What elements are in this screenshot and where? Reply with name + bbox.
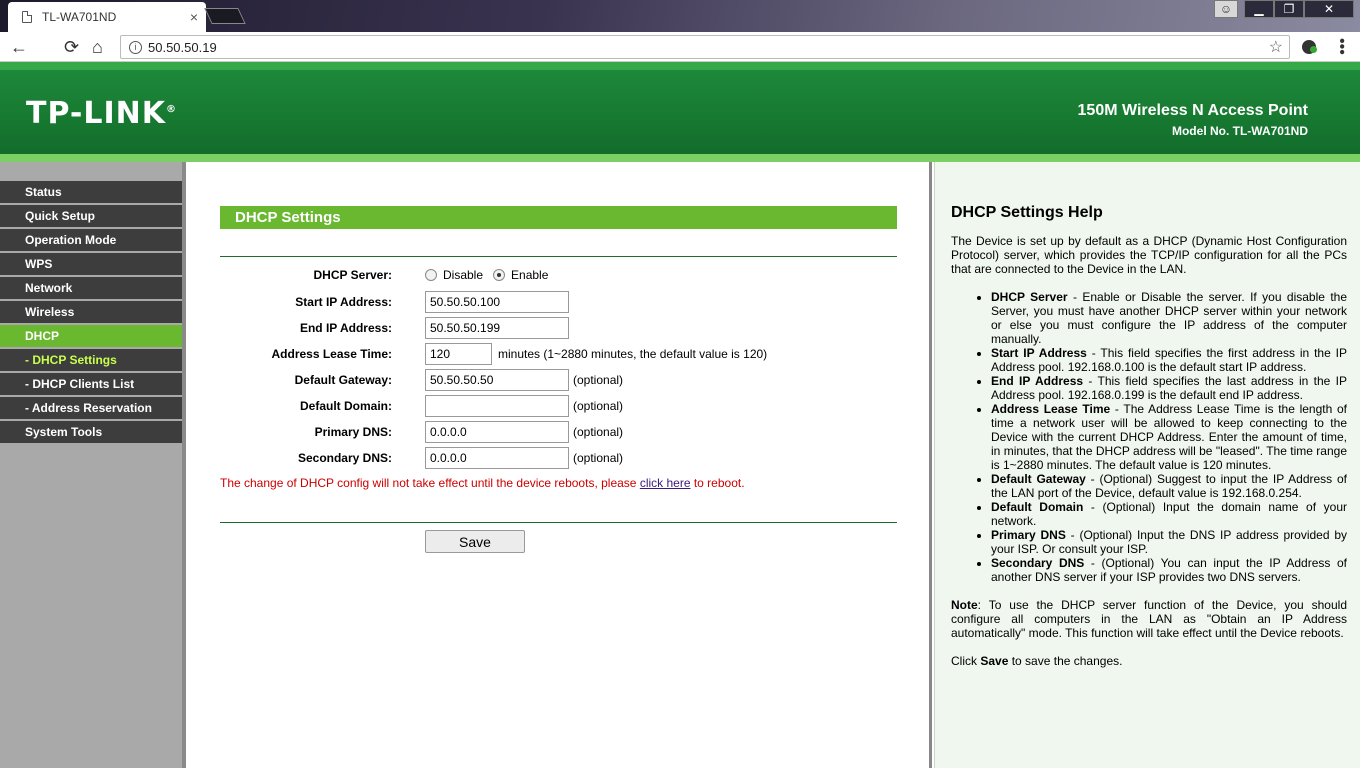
- domain-label: Default Domain:: [299, 399, 392, 413]
- close-tab-icon[interactable]: ×: [190, 9, 198, 25]
- dhcp-disable-label[interactable]: Disable: [443, 268, 483, 282]
- save-button[interactable]: Save: [425, 530, 525, 553]
- reboot-link[interactable]: click here: [640, 476, 691, 490]
- sidebar: Status Quick Setup Operation Mode WPS Ne…: [0, 162, 186, 768]
- extension-status-dot: [1310, 46, 1317, 53]
- page-title: DHCP Settings: [220, 206, 897, 229]
- reload-icon[interactable]: ⟳: [64, 36, 79, 58]
- gateway-hint: (optional): [573, 373, 624, 387]
- back-arrow-icon[interactable]: ←: [10, 36, 28, 58]
- gateway-label: Default Gateway:: [294, 373, 392, 387]
- menu-item-dhcp[interactable]: DHCP: [0, 325, 182, 347]
- secondary-dns-label: Secondary DNS:: [297, 451, 392, 465]
- help-item: DHCP Server - Enable or Disable the serv…: [991, 290, 1347, 346]
- router-banner: TP-LINK® 150M Wireless N Access Point Mo…: [0, 62, 1360, 162]
- product-title: 150M Wireless N Access Point: [1077, 102, 1308, 119]
- help-item: Start IP Address - This field specifies …: [991, 346, 1347, 374]
- home-icon[interactable]: ⌂: [92, 36, 103, 58]
- help-item: Default Domain - (Optional) Input the do…: [991, 500, 1347, 528]
- minimize-icon[interactable]: ▁: [1244, 0, 1274, 18]
- bookmark-star-icon[interactable]: ☆: [1269, 37, 1283, 57]
- dhcp-disable-radio[interactable]: [425, 269, 437, 281]
- browser-tab[interactable]: TL-WA701ND ×: [8, 2, 206, 32]
- browser-toolbar: ← ⟳ ⌂ i 50.50.50.19 ☆ •••: [0, 32, 1360, 62]
- lease-time-hint: minutes (1~2880 minutes, the default val…: [498, 347, 768, 361]
- lease-time-input[interactable]: [425, 343, 492, 365]
- product-model: Model No. TL-WA701ND: [1171, 124, 1308, 138]
- end-ip-input[interactable]: [425, 317, 569, 339]
- menu-item-network[interactable]: Network: [0, 277, 182, 299]
- lease-time-row: Address Lease Time: minutes (1~2880 minu…: [220, 343, 920, 365]
- menu-item-system-tools[interactable]: System Tools: [0, 421, 182, 443]
- dhcp-server-row: DHCP Server: Disable Enable: [220, 264, 920, 286]
- help-item: Secondary DNS - (Optional) You can input…: [991, 556, 1347, 584]
- secondary-dns-row: Secondary DNS: (optional): [220, 447, 920, 469]
- help-item: Default Gateway - (Optional) Suggest to …: [991, 472, 1347, 500]
- new-tab-button[interactable]: [204, 8, 246, 24]
- info-icon[interactable]: i: [129, 40, 142, 54]
- menu-item-dhcp-settings[interactable]: - DHCP Settings: [0, 349, 182, 371]
- help-panel: DHCP Settings Help The Device is set up …: [934, 162, 1360, 768]
- domain-row: Default Domain: (optional): [220, 395, 920, 417]
- domain-input[interactable]: [425, 395, 569, 417]
- divider-bottom: [220, 522, 897, 523]
- browser-menu-icon[interactable]: •••: [1333, 38, 1350, 55]
- restore-icon[interactable]: ❐: [1274, 0, 1304, 18]
- primary-dns-input[interactable]: [425, 421, 569, 443]
- url-text[interactable]: 50.50.50.19: [148, 40, 1269, 55]
- help-list: DHCP Server - Enable or Disable the serv…: [991, 290, 1347, 584]
- end-ip-row: End IP Address:: [220, 317, 920, 339]
- start-ip-input[interactable]: [425, 291, 569, 313]
- tp-link-logo: TP-LINK®: [26, 96, 178, 131]
- help-intro: The Device is set up by default as a DHC…: [951, 234, 1347, 276]
- start-ip-row: Start IP Address:: [220, 291, 920, 313]
- menu-item-quick-setup[interactable]: Quick Setup: [0, 205, 182, 227]
- primary-dns-hint: (optional): [573, 425, 624, 439]
- end-ip-label: End IP Address:: [299, 321, 392, 335]
- domain-hint: (optional): [573, 399, 624, 413]
- reboot-notice-text: The change of DHCP config will not take …: [220, 476, 640, 490]
- menu-item-status[interactable]: Status: [0, 181, 182, 203]
- gateway-input[interactable]: [425, 369, 569, 391]
- tab-title: TL-WA701ND: [42, 10, 117, 24]
- address-bar[interactable]: i 50.50.50.19 ☆: [120, 35, 1290, 59]
- menu-item-operation-mode[interactable]: Operation Mode: [0, 229, 182, 251]
- primary-dns-row: Primary DNS: (optional): [220, 421, 920, 443]
- page-icon: [22, 11, 32, 23]
- secondary-dns-input[interactable]: [425, 447, 569, 469]
- help-item: End IP Address - This field specifies th…: [991, 374, 1347, 402]
- gateway-row: Default Gateway: (optional): [220, 369, 920, 391]
- banner-bottom-strip: [0, 154, 1360, 162]
- dhcp-enable-radio[interactable]: [493, 269, 506, 281]
- menu-item-dhcp-clients-list[interactable]: - DHCP Clients List: [0, 373, 182, 395]
- start-ip-label: Start IP Address:: [295, 295, 392, 309]
- main-menu: Status Quick Setup Operation Mode WPS Ne…: [0, 181, 182, 445]
- main-content: DHCP Settings DHCP Server: Disable Enabl…: [186, 162, 932, 768]
- dhcp-enable-label[interactable]: Enable: [511, 268, 548, 282]
- menu-item-wireless[interactable]: Wireless: [0, 301, 182, 323]
- divider-top: [220, 256, 897, 257]
- menu-item-address-reservation[interactable]: - Address Reservation: [0, 397, 182, 419]
- banner-top-strip: [0, 62, 1360, 70]
- help-title: DHCP Settings Help: [951, 204, 1103, 221]
- help-save-hint: Click Save to save the changes.: [951, 654, 1123, 668]
- lease-time-label: Address Lease Time:: [271, 347, 393, 361]
- user-profile-icon[interactable]: ☺: [1214, 0, 1238, 18]
- dhcp-server-label: DHCP Server:: [313, 268, 392, 282]
- help-body: The Device is set up by default as a DHC…: [951, 234, 1347, 682]
- help-item: Primary DNS - (Optional) Input the DNS I…: [991, 528, 1347, 556]
- browser-titlebar: TL-WA701ND × ☺ ▁ ❐ ✕: [0, 0, 1360, 32]
- window-controls: ☺ ▁ ❐ ✕: [1214, 0, 1354, 18]
- secondary-dns-hint: (optional): [573, 451, 624, 465]
- help-note: Note: To use the DHCP server function of…: [951, 598, 1347, 640]
- close-window-icon[interactable]: ✕: [1304, 0, 1354, 18]
- reboot-notice: The change of DHCP config will not take …: [220, 476, 745, 490]
- menu-item-wps[interactable]: WPS: [0, 253, 182, 275]
- reboot-notice-tail: to reboot.: [690, 476, 745, 490]
- primary-dns-label: Primary DNS:: [314, 425, 392, 439]
- help-item: Address Lease Time - The Address Lease T…: [991, 402, 1347, 472]
